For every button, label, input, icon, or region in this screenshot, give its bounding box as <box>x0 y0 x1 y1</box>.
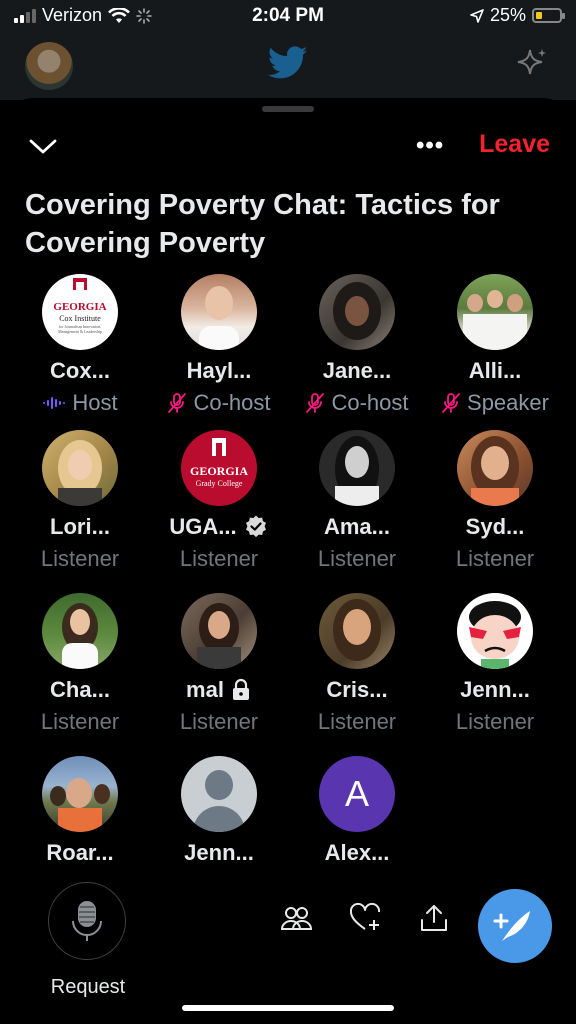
participant-role: Listener <box>317 709 397 734</box>
uga-grady-logo: GEORGIA Grady College <box>181 430 257 506</box>
participant-role: Host <box>11 390 149 416</box>
compose-tweet-button[interactable] <box>478 889 552 963</box>
cox-institute-logo: GEORGIA Cox Institute for Journalism Inn… <box>42 274 118 350</box>
home-indicator <box>182 1005 394 1011</box>
participant-cox[interactable]: GEORGIA Cox Institute for Journalism Inn… <box>11 274 149 416</box>
participant-name: Ama... <box>323 514 391 539</box>
avatar <box>319 593 395 669</box>
participant-ama[interactable]: Ama... Listener <box>288 430 426 572</box>
speaking-waveform-icon <box>43 397 66 409</box>
sheet-grabber[interactable] <box>262 106 314 112</box>
avatar <box>457 274 533 350</box>
default-avatar-icon <box>181 756 257 832</box>
participant-role: Listener <box>317 546 397 571</box>
participant-name: Syd... <box>465 514 525 539</box>
location-arrow-icon <box>470 8 484 23</box>
mic-muted-icon <box>442 393 460 413</box>
cox-logo-small: for Journalism Innovation, Management & … <box>58 324 102 334</box>
participant-alli[interactable]: Alli... Speaker <box>426 274 564 416</box>
avatar <box>181 593 257 669</box>
avatar <box>319 274 395 350</box>
avatar-initial: A <box>344 773 369 814</box>
profile-avatar[interactable] <box>25 42 73 90</box>
avatar <box>319 430 395 506</box>
avatar <box>42 593 118 669</box>
participant-name: UGA... <box>169 514 237 539</box>
avatar <box>457 593 533 669</box>
participant-jenn[interactable]: Jenn... Listener <box>426 593 564 735</box>
participant-name: Hayl... <box>186 358 252 383</box>
battery-icon <box>532 8 565 23</box>
participant-uga[interactable]: GEORGIA Grady College UGA... Listener <box>150 430 288 572</box>
twitter-header <box>0 34 576 100</box>
mic-muted-icon <box>168 393 187 413</box>
participant-name: Alex... <box>324 840 390 860</box>
leave-button[interactable]: Leave <box>479 130 550 159</box>
participant-role: Co-host <box>150 390 288 416</box>
avatar <box>42 430 118 506</box>
participant-name: Roar... <box>46 840 114 860</box>
cox-logo-sub: Cox Institute <box>59 314 101 323</box>
participant-syd[interactable]: Syd... Listener <box>426 430 564 572</box>
participant-role: Listener <box>179 709 259 734</box>
participant-cha[interactable]: Cha... Listener <box>11 593 149 735</box>
avatar <box>181 274 257 350</box>
twitter-bird-icon <box>268 46 308 79</box>
participant-role: Speaker <box>426 390 564 416</box>
participant-role: Listener <box>179 546 259 571</box>
status-right: 25% <box>470 5 565 26</box>
avatar <box>42 756 118 832</box>
microphone-icon <box>72 901 102 941</box>
participant-name: Lori... <box>50 514 110 539</box>
participant-name: Cha... <box>50 677 110 702</box>
request-mic-button[interactable] <box>48 882 126 960</box>
participant-name: Cox... <box>50 358 110 383</box>
people-icon[interactable] <box>280 902 312 934</box>
avatar <box>457 430 533 506</box>
participant-alex[interactable]: A Alex... <box>288 756 426 860</box>
cartoon-avatar-icon <box>469 601 521 669</box>
space-title: Covering Poverty Chat: Tactics for Cover… <box>25 189 500 259</box>
uga-logo-title: GEORGIA <box>189 464 248 478</box>
verified-badge-icon <box>245 515 266 538</box>
participant-mal[interactable]: mal Listener <box>150 593 288 735</box>
share-icon[interactable] <box>418 902 450 934</box>
participant-jane[interactable]: Jane... Co-host <box>288 274 426 416</box>
participant-name: Jane... <box>322 358 392 383</box>
participant-name: mal <box>186 677 224 702</box>
participant-role: Listener <box>455 709 535 734</box>
participants-grid: GEORGIA Cox Institute for Journalism Inn… <box>0 274 576 860</box>
participant-name: Alli... <box>468 358 522 383</box>
participant-name: Cris... <box>326 677 388 702</box>
more-options-button[interactable]: ••• <box>416 134 444 158</box>
participant-role: Listener <box>455 546 535 571</box>
uga-logo-sub: Grady College <box>195 479 243 488</box>
participant-name: Jenn... <box>184 840 254 860</box>
status-bar: Verizon 2:04 PM 25% <box>0 0 576 34</box>
heart-add-icon[interactable] <box>349 902 381 934</box>
participant-name: Jenn... <box>460 677 530 702</box>
mic-muted-icon <box>306 393 325 413</box>
battery-percent: 25% <box>489 5 526 25</box>
participant-role: Listener <box>40 709 120 734</box>
bottom-bar: Request <box>0 862 576 1024</box>
participant-role: Listener <box>40 546 120 571</box>
request-label: Request <box>50 976 126 998</box>
sparkle-icon[interactable] <box>514 46 550 82</box>
compose-feather-icon <box>493 911 530 941</box>
chevron-down-icon[interactable] <box>28 136 58 156</box>
lock-icon <box>232 678 249 700</box>
participant-roar[interactable]: Roar... <box>11 756 149 860</box>
avatar: A <box>319 756 395 832</box>
participant-lori[interactable]: Lori... Listener <box>11 430 149 572</box>
participant-hayl[interactable]: Hayl... Co-host <box>150 274 288 416</box>
participant-jenn-2[interactable]: Jenn... <box>150 756 288 860</box>
participant-role: Co-host <box>288 390 426 416</box>
cox-logo-title: GEORGIA <box>53 301 107 313</box>
participant-cris[interactable]: Cris... Listener <box>288 593 426 735</box>
